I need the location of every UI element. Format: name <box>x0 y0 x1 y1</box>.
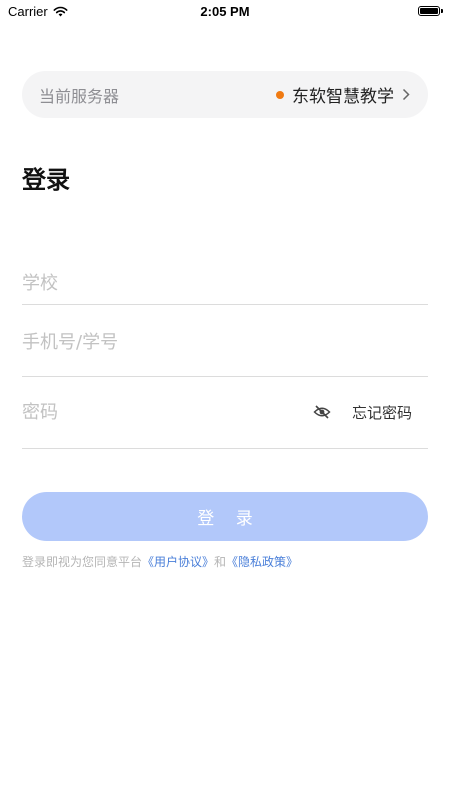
server-label: 当前服务器 <box>39 86 120 106</box>
agreement-text: 登录即视为您同意平台《用户协议》和《隐私政策》 <box>22 553 298 570</box>
server-name: 东软智慧教学 <box>292 87 394 107</box>
eye-slash-icon[interactable] <box>312 402 332 422</box>
user-agreement-link[interactable]: 《用户协议》 <box>142 555 214 569</box>
account-input[interactable] <box>22 327 428 357</box>
privacy-policy-link[interactable]: 《隐私政策》 <box>226 555 298 569</box>
password-field: 忘记密码 <box>22 392 428 449</box>
account-field <box>22 322 428 377</box>
server-status-dot <box>276 90 284 99</box>
forgot-password-link[interactable]: 忘记密码 <box>352 402 412 423</box>
chevron-right-icon <box>402 88 410 101</box>
agreement-conjunction: 和 <box>214 555 227 569</box>
page-title: 登录 <box>22 166 70 194</box>
battery-icon <box>418 6 443 16</box>
school-input[interactable] <box>22 268 428 298</box>
server-selector[interactable]: 当前服务器 东软智慧教学 <box>22 71 428 118</box>
status-bar: Carrier 2:05 PM <box>0 0 450 24</box>
login-button[interactable]: 登 录 <box>22 492 428 541</box>
school-field <box>22 262 428 305</box>
status-time: 2:05 PM <box>200 4 250 19</box>
password-input[interactable] <box>22 397 312 427</box>
agreement-prefix: 登录即视为您同意平台 <box>22 555 143 569</box>
